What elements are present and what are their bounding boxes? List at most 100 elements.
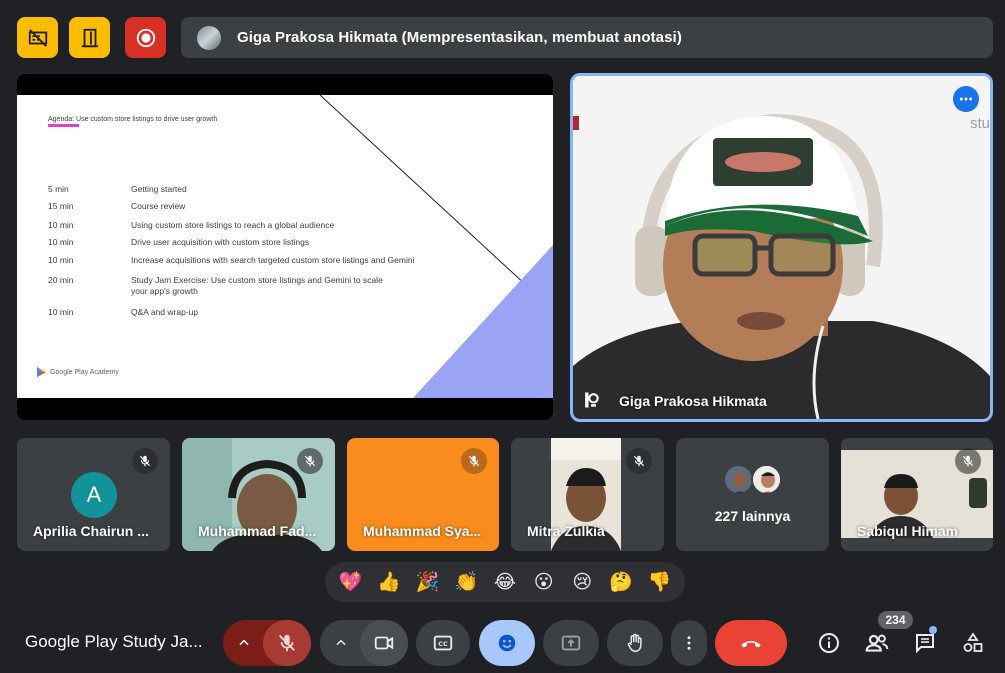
camera-control-group [320, 620, 408, 666]
meeting-details-button[interactable] [814, 628, 844, 658]
logo-text: Google Play Academy [50, 368, 119, 376]
people-icon [865, 634, 889, 652]
more-participants-tile[interactable]: 227 lainnya [676, 438, 829, 551]
people-button[interactable] [862, 628, 892, 658]
reactions-button[interactable] [479, 620, 535, 666]
agenda-topic: Getting started [131, 184, 187, 194]
mic-off-icon [962, 455, 974, 467]
reaction-party-popper[interactable]: 🎉 [413, 567, 443, 597]
agenda-row: 10 min Drive user acquisition with custo… [48, 237, 451, 248]
door-icon [81, 28, 98, 47]
video-options-button[interactable] [320, 620, 362, 666]
mic-toggle-button[interactable] [263, 620, 311, 666]
reaction-laughing[interactable]: 😂 [490, 567, 520, 597]
agenda-row: 15 min Course review [48, 201, 451, 212]
agenda-topic: Drive user acquisition with custom store… [131, 237, 310, 247]
agenda-time: 10 min [48, 220, 74, 230]
agenda-topic: Q&A and wrap-up [131, 307, 199, 317]
agenda-row: 10 min Increase acquisitions with search… [48, 255, 461, 266]
agenda-time: 15 min [48, 201, 74, 211]
google-play-academy-logo: Google Play Academy [37, 367, 119, 377]
agenda-time: 10 min [48, 307, 74, 317]
captions-button[interactable]: CC [416, 620, 470, 666]
reaction-thumbs-down[interactable]: 👎 [645, 567, 675, 597]
mic-off-icon [304, 455, 316, 467]
presentation-slide: Agenda: Use custom store listings to dri… [17, 95, 553, 398]
agenda-row: 20 min Study Jam Exercise: Use custom st… [48, 275, 391, 296]
muted-indicator [626, 448, 652, 474]
raise-hand-button[interactable] [607, 620, 663, 666]
emoji-icon [498, 634, 516, 652]
participant-tile[interactable]: Muhammad Fad... [182, 438, 335, 551]
participant-tile[interactable]: Mitra Zulkia [511, 438, 664, 551]
participant-name: Muhammad Sya... [363, 523, 482, 539]
call-end-icon [741, 641, 761, 648]
agenda-time: 10 min [48, 237, 74, 247]
presenter-avatar [197, 25, 221, 50]
agenda-topic: Course review [131, 201, 186, 211]
presenter-pin-icon [585, 392, 599, 408]
more-participants-count: 227 lainnya [714, 508, 791, 524]
agenda-topic: Study Jam Exercise: Use custom store lis… [131, 275, 383, 296]
agenda-row: 10 min Using custom store listings to re… [48, 220, 451, 231]
reaction-surprised[interactable]: 😮 [529, 567, 559, 597]
activities-button[interactable] [958, 628, 988, 658]
speaker-tile[interactable]: stu Giga Prakosa Hikmata [570, 73, 993, 422]
leave-call-button[interactable] [715, 620, 787, 666]
mic-control-group [223, 620, 311, 666]
chevron-up-icon [239, 639, 249, 646]
reaction-crying[interactable]: 😢 [567, 567, 597, 597]
svg-text:CC: CC [438, 640, 448, 648]
background-brand-text: stu [969, 115, 990, 132]
more-vert-icon [687, 636, 691, 650]
more-options-button[interactable] [671, 620, 707, 666]
recording-button[interactable] [125, 17, 166, 58]
muted-indicator [461, 448, 487, 474]
top-bar: Giga Prakosa Hikmata (Mempresentasikan, … [0, 0, 1005, 72]
info-icon [819, 633, 839, 653]
mic-off-icon [279, 634, 295, 652]
hand-icon [627, 633, 642, 652]
mic-off-icon [633, 455, 645, 467]
presentation-tile[interactable]: Agenda: Use custom store listings to dri… [17, 74, 553, 420]
participant-name: Mitra Zulkia [527, 523, 605, 539]
shapes-icon [963, 632, 983, 652]
slide-title: Agenda: Use custom store listings to dri… [48, 116, 218, 123]
agenda-topic: Using custom store listings to reach a g… [131, 220, 335, 230]
annotation-highlight [48, 124, 79, 127]
audio-options-button[interactable] [223, 620, 265, 666]
agenda-topic: Increase acquisitions with search target… [131, 255, 415, 265]
participant-avatar [723, 464, 754, 495]
muted-indicator [297, 448, 323, 474]
breakout-room-button[interactable] [69, 17, 110, 58]
participant-tile[interactable]: A Aprilia Chairun ... [17, 438, 170, 551]
no-video-icon [28, 28, 47, 47]
agenda-row: 10 min Q&A and wrap-up [48, 307, 451, 318]
mic-off-icon [468, 455, 480, 467]
present-to-all-icon [561, 635, 581, 651]
mic-off-icon [139, 455, 151, 467]
participant-count-badge: 234 [878, 611, 913, 629]
video-off-indicator-button[interactable] [17, 17, 58, 58]
reaction-clapping[interactable]: 👏 [451, 567, 481, 597]
record-icon [136, 28, 155, 47]
participant-tile[interactable]: Muhammad Sya... [347, 438, 499, 551]
muted-indicator [955, 448, 981, 474]
participant-name: Sabiqul Himam [857, 523, 959, 539]
camera-toggle-button[interactable] [360, 620, 408, 666]
participant-tile[interactable]: Sabiqul Himam [841, 438, 993, 551]
agenda-time: 5 min [48, 184, 69, 194]
presenting-banner[interactable]: Giga Prakosa Hikmata (Mempresentasikan, … [181, 17, 993, 58]
tile-more-options-button[interactable] [953, 86, 979, 112]
closed-caption-icon: CC [433, 635, 453, 651]
present-screen-button[interactable] [543, 620, 599, 666]
meeting-title: Google Play Study Ja... [25, 632, 203, 651]
reaction-sparkling-heart[interactable]: 💖 [335, 567, 365, 597]
reaction-thumbs-up[interactable]: 👍 [374, 567, 404, 597]
reaction-thinking[interactable]: 🤔 [606, 567, 636, 597]
chat-notification-dot [929, 626, 937, 634]
agenda-row: 5 min Getting started [48, 184, 451, 195]
reaction-bar: 💖 👍 🎉 👏 😂 😮 😢 🤔 👎 [325, 562, 685, 602]
videocam-icon [374, 636, 394, 650]
agenda-time: 20 min [48, 275, 74, 285]
